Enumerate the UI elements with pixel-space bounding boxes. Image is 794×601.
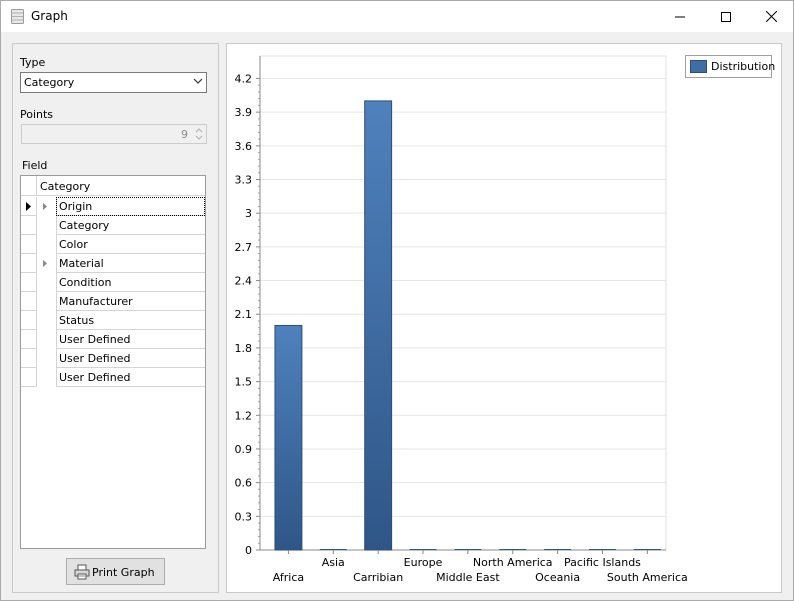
bar <box>319 549 347 550</box>
options-panel: Type Category Points 9 Field Category Or… <box>12 43 219 593</box>
field-grid-row[interactable]: Status <box>21 311 205 330</box>
field-grid-cell[interactable]: User Defined <box>56 349 205 368</box>
field-label: Field <box>22 159 48 172</box>
maximize-icon <box>721 11 731 22</box>
spinner-arrows-icon[interactable] <box>194 127 204 141</box>
points-stepper[interactable]: 9 <box>21 124 207 144</box>
row-header[interactable] <box>21 349 37 368</box>
y-tick-label: 3.9 <box>235 106 253 119</box>
x-tick-label: Asia <box>322 556 345 569</box>
database-icon <box>11 9 24 24</box>
field-grid-cell[interactable]: Material <box>56 254 205 273</box>
row-header[interactable] <box>21 311 37 330</box>
maximize-button[interactable] <box>703 1 749 32</box>
row-header[interactable] <box>21 368 37 387</box>
bar <box>409 549 437 550</box>
bar <box>544 549 572 550</box>
current-row-icon <box>26 202 31 211</box>
close-button[interactable] <box>748 1 794 32</box>
field-grid-row[interactable]: Origin <box>21 197 205 216</box>
row-header[interactable] <box>21 292 37 311</box>
points-label: Points <box>20 108 54 121</box>
bar <box>589 549 616 550</box>
field-grid-row[interactable]: User Defined <box>21 330 205 349</box>
field-grid-row[interactable]: Category <box>21 216 205 235</box>
y-tick-label: 2.1 <box>235 308 253 321</box>
row-header[interactable] <box>21 216 37 235</box>
x-tick-label: Oceania <box>535 571 580 584</box>
row-header[interactable] <box>21 235 37 254</box>
bar <box>274 324 303 551</box>
field-grid-cell[interactable]: User Defined <box>56 330 205 349</box>
x-tick-label: Middle East <box>436 571 500 584</box>
chart-legend: Distribution <box>685 55 776 78</box>
field-grid-header: Category <box>21 176 205 196</box>
chevron-down-icon <box>193 78 203 84</box>
bar <box>364 100 393 551</box>
print-graph-button[interactable]: Print Graph <box>66 558 165 585</box>
print-graph-label: Print Graph <box>92 566 155 579</box>
y-tick-label: 3 <box>245 207 252 220</box>
type-label: Type <box>20 56 46 69</box>
field-grid-cell[interactable]: Category <box>56 216 205 235</box>
field-grid-cell[interactable]: Status <box>56 311 205 330</box>
y-tick-label: 4.2 <box>235 72 253 85</box>
row-header[interactable] <box>21 330 37 349</box>
x-tick-label: South America <box>607 571 688 584</box>
field-grid-row[interactable]: Manufacturer <box>21 292 205 311</box>
field-grid-cell[interactable]: Color <box>56 235 205 254</box>
printer-icon <box>74 564 90 580</box>
field-grid-header-label: Category <box>40 180 91 193</box>
title-bar: Graph <box>1 1 793 32</box>
field-grid-cell[interactable]: Origin <box>56 197 205 216</box>
chart-panel: 0 0.3 0.6 0.9 1.2 1.5 1.8 2.1 2.4 2.7 3 3.3 3.6 3.9 4.… <box>226 43 782 593</box>
y-tick-label: 0.9 <box>235 443 253 456</box>
field-grid-row[interactable]: Color <box>21 235 205 254</box>
y-tick-label: 1.2 <box>235 409 253 422</box>
x-tick-label: Carribian <box>353 571 403 584</box>
field-grid-row[interactable]: Condition <box>21 273 205 292</box>
field-grid-cell[interactable]: Manufacturer <box>56 292 205 311</box>
y-tick-label: 0.6 <box>235 477 253 490</box>
type-dropdown[interactable]: Category <box>20 72 207 93</box>
row-header[interactable] <box>21 273 37 292</box>
field-grid-cell[interactable]: Condition <box>56 273 205 292</box>
bar-chart: 0 0.3 0.6 0.9 1.2 1.5 1.8 2.1 2.4 2.7 3 3.3 3.6 3.9 4.… <box>235 55 688 584</box>
plot-area <box>259 55 667 551</box>
field-grid: Category Origin Category Color Material Cond… <box>20 175 206 549</box>
graph-window: Graph Type Category Points 9 Field Categ… <box>0 0 794 601</box>
y-tick-label: 3.3 <box>235 174 253 187</box>
y-tick-label: 0.3 <box>235 510 253 523</box>
bar <box>633 549 661 550</box>
y-tick-label: 1.5 <box>235 376 253 389</box>
field-grid-row[interactable]: User Defined <box>21 349 205 368</box>
x-tick-label: North America <box>473 556 553 569</box>
x-tick-label: Pacific Islands <box>564 556 641 569</box>
minimize-icon <box>675 16 685 17</box>
expand-icon[interactable] <box>43 260 47 267</box>
expand-icon[interactable] <box>43 203 47 210</box>
x-tick-label: Europe <box>404 556 443 569</box>
window-title: Graph <box>31 9 68 23</box>
y-tick-label: 1.8 <box>235 342 253 355</box>
points-value: 9 <box>181 128 188 141</box>
bar <box>499 549 527 550</box>
type-dropdown-value: Category <box>24 76 75 89</box>
row-header[interactable] <box>21 254 37 273</box>
y-tick-label: 2.4 <box>235 275 253 288</box>
x-tick-label: Africa <box>273 571 304 584</box>
legend-swatch <box>690 60 707 73</box>
row-header[interactable] <box>21 197 37 216</box>
field-grid-row[interactable]: User Defined <box>21 368 205 387</box>
y-tick-label: 0 <box>245 544 252 557</box>
y-tick-label: 3.6 <box>235 140 253 153</box>
bar <box>454 549 482 550</box>
legend-label: Distribution <box>711 60 776 73</box>
field-grid-cell[interactable]: User Defined <box>56 368 205 387</box>
y-tick-label: 2.7 <box>235 241 253 254</box>
minimize-button[interactable] <box>657 1 703 32</box>
close-icon <box>765 11 777 22</box>
field-grid-row[interactable]: Material <box>21 254 205 273</box>
